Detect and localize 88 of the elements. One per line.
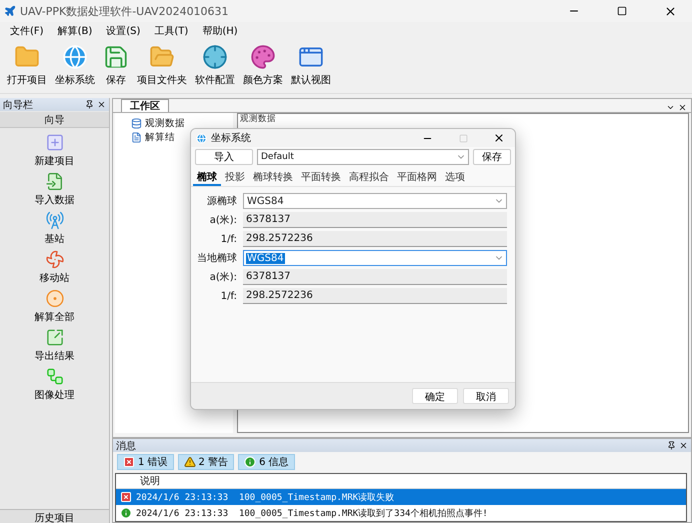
filter-button[interactable]: 6 信息 (238, 454, 295, 470)
filter-button[interactable]: 2 警告 (178, 454, 234, 470)
info-icon (244, 456, 256, 468)
pane-title: 消息 (116, 440, 136, 452)
tree-item[interactable]: 解算结 (145, 131, 175, 144)
export-icon (44, 328, 64, 347)
wizard-item[interactable]: 图像处理 (34, 366, 74, 403)
error-icon (123, 456, 135, 468)
wizard-item[interactable]: 新建项目 (34, 132, 74, 169)
menu-item[interactable]: 工具(T) (148, 22, 194, 40)
info-icon (120, 507, 132, 519)
toolbar-button[interactable]: 默认视图 (288, 42, 334, 89)
workspace-tab[interactable]: 工作区 (121, 99, 169, 112)
value-field[interactable]: 6378137 (243, 269, 507, 285)
message-text: 2024/1/6 23:13:33 100_0005_Timestamp.MRK读取失败 (136, 492, 394, 504)
field-label: 当地椭球 (196, 252, 237, 265)
add-icon (44, 133, 64, 152)
field-label: a(米): (208, 270, 237, 284)
field-label: 源椭球 (206, 194, 237, 208)
profile-dropdown[interactable]: Default (257, 149, 469, 165)
pin-icon[interactable] (85, 100, 94, 109)
message-text: 2024/1/6 23:13:33 100_0005_Timestamp.MRK读取到了334个相机拍照点事件! (136, 508, 488, 520)
panel-title: 观测数据 (239, 114, 276, 125)
ellipsoid-dropdown[interactable]: WGS84 (243, 250, 507, 266)
field-label: 1/f: (220, 290, 237, 302)
value-field[interactable]: 298.2572236 (243, 288, 507, 304)
maximize-icon (617, 6, 627, 16)
tab[interactable]: 高程拟合 (345, 170, 393, 186)
value-field[interactable]: 6378137 (243, 212, 507, 228)
close-icon (664, 4, 676, 18)
menu-item[interactable]: 设置(S) (100, 22, 146, 40)
ring-icon (44, 289, 64, 308)
pane-title: 向导栏 (3, 98, 33, 112)
toolbar-button[interactable]: 坐标系统 (52, 42, 98, 89)
wizard-item[interactable]: 导出结果 (34, 327, 74, 364)
toolbar-button[interactable]: 颜色方案 (240, 42, 286, 89)
pin-icon[interactable] (667, 441, 676, 450)
tab[interactable]: 椭球 (193, 170, 221, 186)
wizard-item[interactable]: 移动站 (40, 249, 70, 286)
save-icon (103, 44, 129, 70)
dropdown-icon[interactable] (666, 103, 675, 112)
tab[interactable]: 平面格网 (393, 170, 441, 186)
wizard-item[interactable]: 基站 (44, 210, 64, 247)
import-icon (44, 172, 64, 191)
tab[interactable]: 平面转换 (297, 170, 345, 186)
window-title: UAV-PPK数据处理软件-UAV2024010631 (20, 4, 230, 18)
propeller-icon (44, 250, 64, 269)
close-icon (493, 132, 505, 144)
app-logo-icon (4, 5, 16, 17)
dialog-title: 坐标系统 (211, 132, 252, 145)
wizard-item[interactable]: 导入数据 (34, 171, 74, 208)
menu-item[interactable]: 帮助(H) (196, 22, 244, 40)
close-icon[interactable] (97, 100, 106, 109)
history-tab[interactable]: 历史项目 (0, 509, 109, 523)
value-field[interactable]: 298.2572236 (243, 231, 507, 247)
message-row[interactable]: 2024/1/6 23:13:33 100_0005_Timestamp.MRK读取失败 (116, 489, 686, 505)
tree-item[interactable]: 观测数据 (145, 117, 185, 130)
antenna-icon (44, 211, 64, 230)
ellipsoid-dropdown[interactable]: WGS84 (243, 193, 507, 209)
toolbar-button[interactable]: 软件配置 (192, 42, 238, 89)
field-label: a(米): (208, 214, 237, 227)
document-icon (131, 132, 142, 143)
wizard-item[interactable]: 解算全部 (34, 288, 74, 325)
menu-item[interactable]: 文件(F) (4, 22, 50, 40)
globe-icon (62, 44, 88, 70)
field-label: 1/f: (220, 234, 237, 244)
network-icon (44, 367, 64, 386)
import-button[interactable]: 导入 (195, 149, 253, 165)
toolbar-button[interactable]: 保存 (100, 42, 132, 89)
filter-button[interactable]: 1 错误 (117, 454, 174, 470)
cancel-button[interactable]: 取消 (463, 388, 509, 404)
menu-item[interactable]: 解算(B) (52, 22, 98, 40)
tab[interactable]: 椭球转换 (249, 170, 297, 186)
globe-icon (196, 132, 207, 144)
tab[interactable]: 投影 (221, 170, 249, 186)
section-header: 向导 (0, 112, 109, 128)
maximize-icon (458, 134, 468, 142)
database-icon (131, 118, 142, 129)
error-icon (120, 491, 132, 503)
palette-icon (250, 44, 276, 70)
toolbar-button[interactable]: 项目文件夹 (134, 42, 190, 89)
warning-icon (184, 456, 196, 468)
tab[interactable]: 选项 (441, 170, 469, 186)
toolbar-button[interactable]: 打开项目 (4, 42, 50, 89)
close-icon[interactable] (679, 441, 688, 450)
ok-button[interactable]: 确定 (412, 388, 458, 404)
close-icon[interactable] (678, 103, 687, 112)
save-button[interactable]: 保存 (473, 149, 511, 165)
